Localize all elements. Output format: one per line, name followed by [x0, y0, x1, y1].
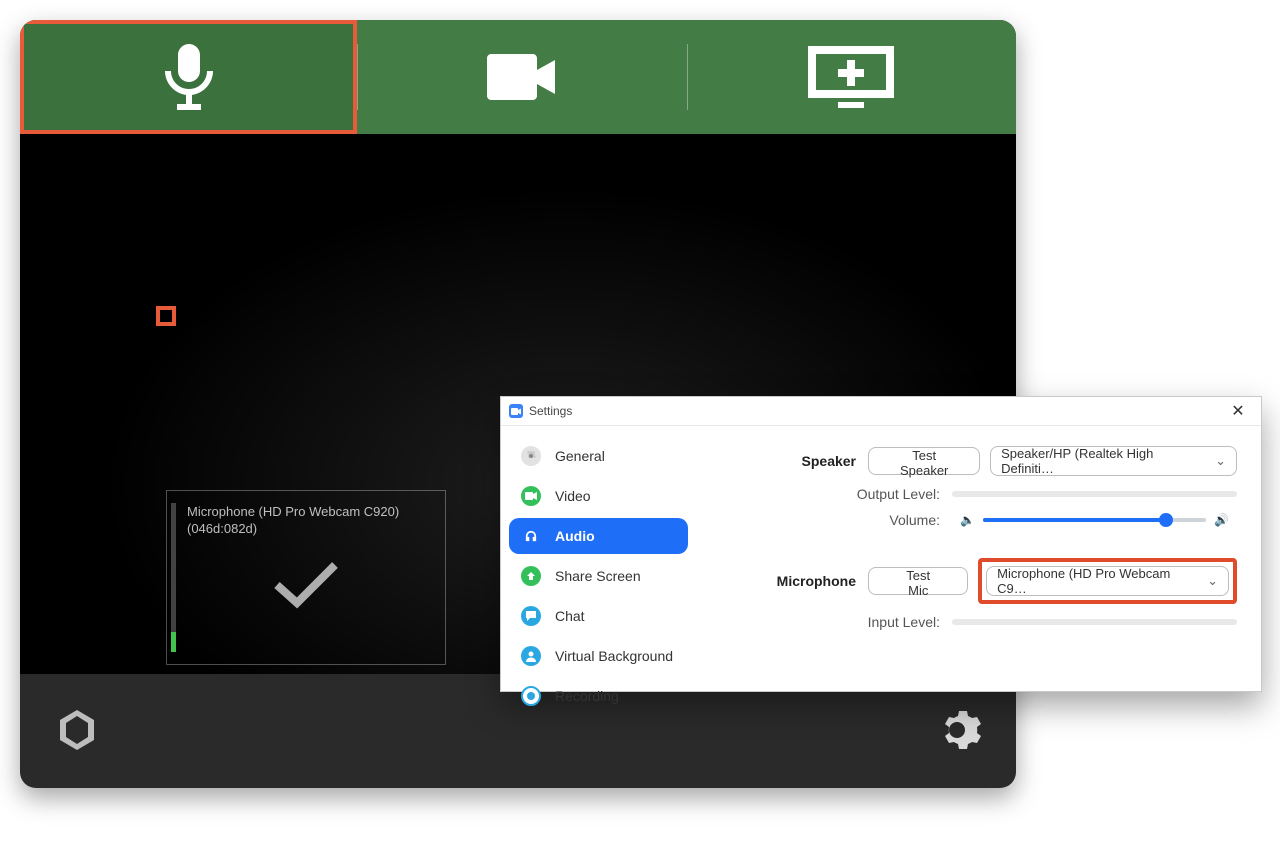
nav-label: Chat [555, 608, 585, 624]
mic-level-bar [171, 503, 176, 652]
mic-card-1-highlight: Microphone (HD Pro Webcam C920) (046d:08… [156, 306, 176, 326]
record-dot-icon [521, 686, 541, 706]
volume-label: Volume: [740, 512, 940, 528]
settings-title: Settings [529, 404, 572, 418]
share-arrow-icon [521, 566, 541, 586]
video-camera-icon [487, 54, 557, 100]
mic-select-highlight: Microphone (HD Pro Webcam C9… ⌄ [978, 558, 1237, 604]
speaker-selected-value: Speaker/HP (Realtek High Definiti… [1001, 446, 1205, 476]
nav-label: Audio [555, 528, 595, 544]
nav-label: Video [555, 488, 591, 504]
close-button[interactable]: ✕ [1223, 401, 1253, 421]
zoom-app-icon [509, 404, 523, 418]
nav-virtual-background[interactable]: Virtual Background [509, 638, 688, 674]
mic-option-label: Microphone (HD Pro Webcam C920) (046d:08… [167, 491, 445, 547]
volume-low-icon: 🔈 [960, 513, 975, 527]
chevron-down-icon: ⌄ [1215, 453, 1226, 469]
zoom-settings-window: Settings ✕ General Video Audio Share Scr… [500, 396, 1262, 692]
nav-label: Recording [555, 688, 619, 704]
speaker-volume-slider[interactable] [983, 518, 1206, 522]
settings-gear-button[interactable] [932, 705, 982, 758]
nav-share-screen[interactable]: Share Screen [509, 558, 688, 594]
volume-high-icon: 🔊 [1214, 513, 1229, 527]
speaker-label: Speaker [740, 453, 856, 469]
nav-general[interactable]: General [509, 438, 688, 474]
input-level-meter [952, 619, 1237, 625]
close-icon: ✕ [1231, 403, 1244, 420]
test-speaker-button[interactable]: Test Speaker [868, 447, 980, 475]
nav-label: Virtual Background [555, 648, 673, 664]
input-level-label: Input Level: [740, 614, 940, 630]
settings-audio-panel: Speaker Test Speaker Speaker/HP (Realtek… [696, 426, 1261, 692]
screen-plus-icon [808, 46, 894, 108]
video-small-icon [521, 486, 541, 506]
person-icon [521, 646, 541, 666]
nav-label: General [555, 448, 605, 464]
checkmark-icon [167, 559, 445, 612]
nav-video[interactable]: Video [509, 478, 688, 514]
speaker-device-select[interactable]: Speaker/HP (Realtek High Definiti… ⌄ [990, 446, 1237, 476]
settings-sidebar: General Video Audio Share Screen Chat Vi… [501, 426, 696, 692]
nav-label: Share Screen [555, 568, 641, 584]
nav-audio[interactable]: Audio [509, 518, 688, 554]
output-level-label: Output Level: [740, 486, 940, 502]
chevron-down-icon: ⌄ [1207, 573, 1218, 589]
nav-chat[interactable]: Chat [509, 598, 688, 634]
microphone-icon [163, 44, 215, 110]
mic-option-hd-pro-webcam[interactable]: Microphone (HD Pro Webcam C920) (046d:08… [166, 490, 446, 665]
mode-tabbar [20, 20, 1016, 134]
nav-recording[interactable]: Recording [509, 678, 688, 714]
microphone-selected-value: Microphone (HD Pro Webcam C9… [997, 566, 1197, 596]
gear-icon [932, 705, 982, 755]
output-level-meter [952, 491, 1237, 497]
tab-share-screen[interactable] [687, 20, 1016, 134]
microphone-device-select[interactable]: Microphone (HD Pro Webcam C9… ⌄ [986, 566, 1229, 596]
chat-bubble-icon [521, 606, 541, 626]
app-logo-icon [54, 707, 100, 756]
microphone-label: Microphone [740, 573, 856, 589]
tab-audio[interactable] [20, 20, 357, 134]
settings-titlebar: Settings ✕ [501, 397, 1261, 426]
gear-small-icon [521, 446, 541, 466]
test-mic-button[interactable]: Test Mic [868, 567, 968, 595]
headphones-icon [521, 526, 541, 546]
tab-video[interactable] [357, 20, 686, 134]
